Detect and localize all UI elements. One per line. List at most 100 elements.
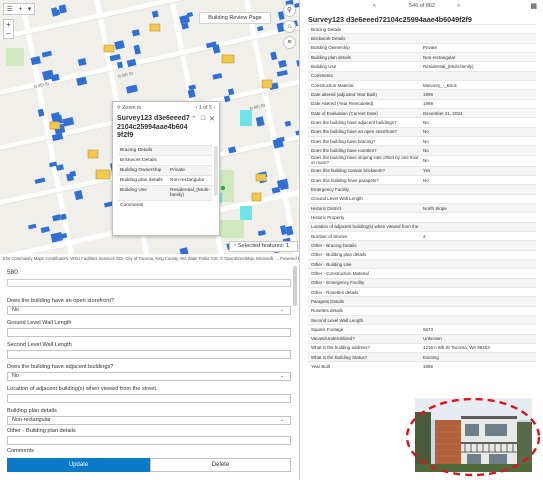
search-icon[interactable]: ⚲	[283, 4, 296, 17]
attribute-value: 1959	[423, 364, 434, 370]
attribute-key: What is the building address?	[311, 345, 371, 351]
next-record-button[interactable]: >	[457, 3, 460, 9]
attribute-row: Parapets Details	[308, 296, 536, 306]
attribute-key: Other - Rosettes details	[311, 289, 359, 295]
list-icon[interactable]: ≡	[283, 36, 296, 49]
building-plan-value: Non-rectangular	[12, 417, 51, 423]
record-id-field[interactable]	[7, 279, 291, 287]
delete-button[interactable]: Delete	[150, 458, 291, 472]
layers-icon[interactable]: ☰	[7, 5, 13, 13]
chevron-down-icon[interactable]: ▾	[28, 5, 32, 13]
popup-attribute-table: Bracing Details Brickwork Details Building…	[118, 145, 212, 210]
popup-key: Brickwork Details	[120, 158, 157, 163]
popup-row: Building plan details Non-rectangular	[118, 175, 212, 185]
attribute-key: Second Level Wall Length	[311, 317, 364, 323]
popup-scrollbar[interactable]	[214, 146, 218, 196]
zoom-control[interactable]: + –	[3, 19, 14, 39]
grid-icon[interactable]: ▦	[530, 2, 537, 10]
attribute-row: Ground Level Wall Length	[308, 193, 536, 203]
attribute-value: No	[423, 158, 429, 164]
zoom-in-button[interactable]: +	[4, 20, 13, 29]
attribute-row: Does the building have an open storefron…	[308, 126, 536, 136]
attribute-key: Other - Bracing Details	[311, 242, 357, 248]
zoom-to-label: Zoom to	[122, 104, 142, 111]
update-button[interactable]: Update	[7, 458, 150, 472]
attribute-key: Does this building have parapets?	[311, 177, 379, 183]
attribute-key: Other - Emergency Facility	[311, 280, 365, 286]
attribute-value: Masonry_-_Brick	[423, 82, 457, 88]
attribute-value: 1998	[423, 101, 434, 107]
attribute-key: Rosettes details	[311, 308, 344, 314]
attribute-row: Building Use Residential_(Multi-family)	[308, 61, 536, 70]
attribute-key: Vacant/Underutilized?	[311, 336, 355, 342]
other-building-plan-input[interactable]	[7, 436, 291, 445]
selected-features-label: Selected features: 1	[237, 243, 290, 249]
chevron-down-icon: ⌄	[279, 417, 284, 423]
attribute-row: What is the building address? 1216 n 6th …	[308, 342, 536, 352]
close-icon[interactable]: ✕	[209, 115, 215, 141]
attribute-row: Date altered (adjusted Year Built) 1998	[308, 89, 536, 99]
attribute-row: Construction Material Masonry_-_Brick	[308, 79, 536, 89]
adjacent-buildings-select[interactable]: No ⌄	[7, 372, 291, 381]
attribute-key: Date of Evaluation (Current Date)	[311, 110, 378, 116]
attribute-key: Does this building contain brickwork?	[311, 168, 386, 174]
attribute-value: Residential_(Multi-family)	[423, 63, 474, 69]
attribute-value: No	[423, 138, 429, 144]
zoom-to-button[interactable]: ⚲ Zoom to	[117, 105, 141, 111]
attribute-key: Parapets Details	[311, 298, 345, 304]
popup-value: Non-rectangular	[170, 178, 205, 183]
attribute-row: Vacant/Underutilized? Unknown	[308, 333, 536, 343]
field-label: Building plan details	[7, 408, 57, 414]
selected-features-button[interactable]: ▫ Selected features: 1	[229, 241, 298, 252]
attribute-table: Bracing Details Brickwork Details Building…	[308, 24, 536, 371]
attribute-row: Other - Rosettes details	[308, 286, 536, 296]
ground-level-wall-length-input[interactable]	[7, 328, 291, 337]
open-storefront-select[interactable]: No ⌄	[7, 306, 291, 315]
popup-key: Comments	[120, 203, 144, 208]
field-label: Does the building have an open storefron…	[7, 298, 114, 304]
field-label: Ground Level Wall Length	[7, 320, 72, 326]
map-view[interactable]: N 6th St N 5th St N 4th St ☰ + ▾ + – Bui…	[0, 0, 300, 263]
layer-name-tag: Building Review Page	[199, 12, 271, 24]
home-icon[interactable]: ⌂	[283, 20, 296, 33]
attribute-value: 6673	[423, 326, 434, 332]
attribute-row: Other - Building plan details	[308, 249, 536, 259]
attribute-value: No	[423, 177, 429, 183]
attribute-key: Other - Construction Material	[311, 270, 369, 276]
attribute-value: Existing	[423, 354, 439, 360]
building-photo[interactable]	[415, 398, 532, 472]
feature-popup: ⚲ Zoom to ‹ 1 of 5 › Survey123 d3e6eeed7…	[112, 101, 220, 236]
record-pager: < 546 of 862 > ▦	[301, 3, 543, 11]
attribute-row: Building Ownership Private	[308, 42, 536, 52]
previous-record-button[interactable]: <	[373, 3, 376, 9]
popup-value	[168, 156, 212, 165]
search-icon: ⚲	[117, 104, 121, 111]
attribute-key: Does the building have an open storefron…	[311, 129, 398, 135]
attribute-row: Does the building have rosettes? No	[308, 145, 536, 155]
building-plan-select[interactable]: Non-rectangular ⌄	[7, 416, 291, 425]
field-label: Comments	[7, 448, 35, 454]
popup-pager[interactable]: ‹ 1 of 5 ›	[196, 105, 215, 111]
popup-key: Bracing Details	[120, 148, 153, 153]
dock-icon[interactable]: □	[201, 115, 205, 141]
attribute-key: Building plan details	[311, 54, 352, 60]
attribute-value: Non-rectangular	[423, 54, 456, 60]
attribute-value: No	[423, 129, 429, 135]
attribute-key: Location of adjacent building(s) when vi…	[311, 224, 420, 230]
popup-value	[168, 201, 212, 210]
attribute-row: Number of Stories 2	[308, 230, 536, 240]
attribute-value: 1998	[423, 91, 434, 97]
collapse-icon[interactable]: ⌃	[191, 115, 197, 141]
zoom-out-button[interactable]: –	[4, 29, 13, 38]
attribute-value: No	[423, 119, 429, 125]
attribute-key: Historic District	[311, 205, 341, 211]
plus-icon[interactable]: +	[18, 6, 22, 13]
attribute-row: Second Level Wall Length	[308, 314, 536, 325]
attribute-row: Emergency Facility	[308, 184, 536, 194]
attribute-key: What is the Building Status?	[311, 354, 368, 360]
adjacent-location-input[interactable]	[7, 394, 291, 403]
form-scrollbar[interactable]	[293, 266, 297, 306]
field-label: Second Level Wall Length	[7, 342, 72, 348]
second-level-wall-length-input[interactable]	[7, 350, 291, 359]
map-toolbar[interactable]: ☰ + ▾	[3, 3, 35, 15]
